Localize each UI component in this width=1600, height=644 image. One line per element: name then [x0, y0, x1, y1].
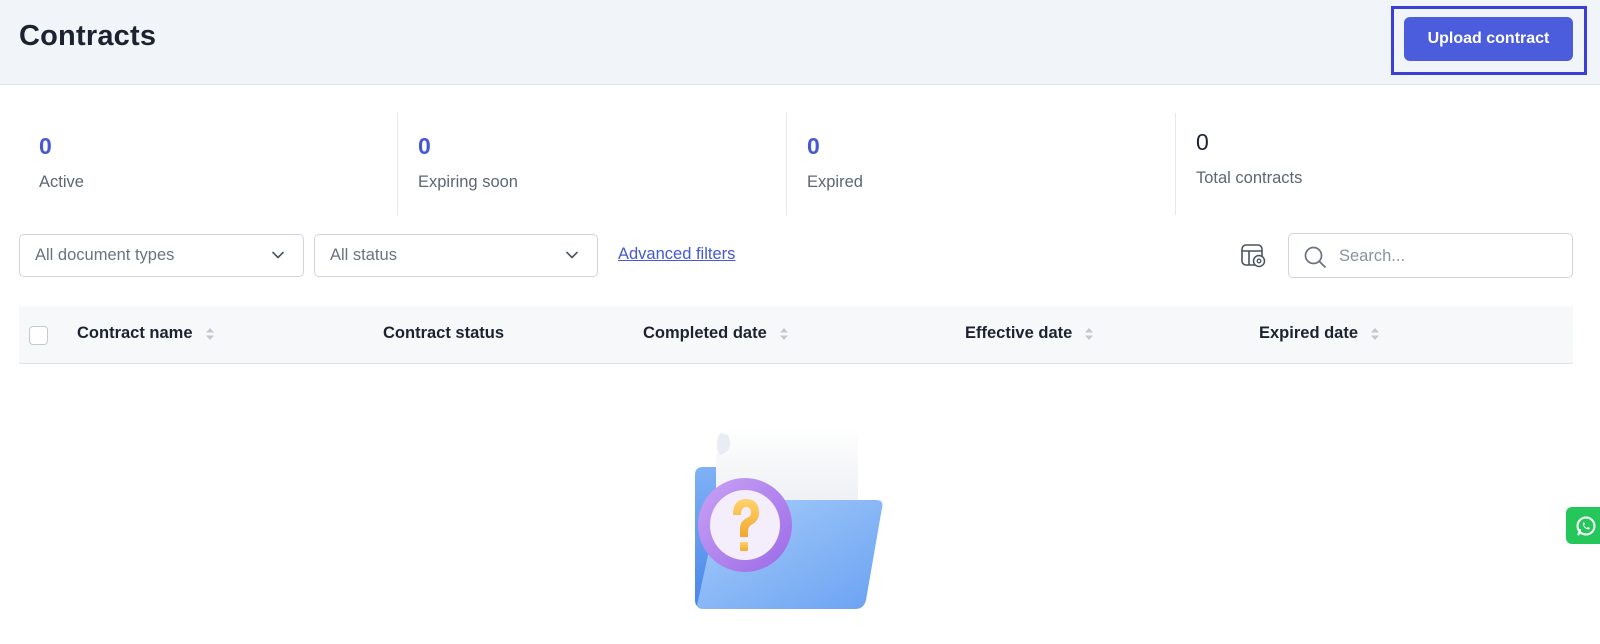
column-contract-name-label: Contract name	[77, 324, 193, 342]
table-header: Contract name Contract status Completed …	[19, 306, 1573, 364]
column-completed-date-label: Completed date	[643, 324, 767, 342]
sort-icon	[779, 327, 788, 340]
chevron-down-icon	[566, 251, 578, 259]
status-select-value: All status	[330, 246, 397, 264]
column-contract-status: Contract status	[383, 324, 504, 343]
sort-icon	[1085, 327, 1094, 340]
stats-summary: 0 Active 0 Expiring soon 0 Expired 0 Tot…	[0, 113, 1600, 215]
stat-active: 0 Active	[19, 113, 407, 215]
sort-icon	[1371, 327, 1380, 340]
search-input[interactable]	[1339, 242, 1564, 270]
search-box[interactable]	[1288, 233, 1573, 278]
stat-total-value: 0	[1196, 129, 1209, 155]
document-type-select[interactable]: All document types	[19, 234, 304, 277]
search-icon	[1304, 246, 1326, 268]
chevron-down-icon	[272, 251, 284, 259]
column-contract-name[interactable]: Contract name	[77, 324, 215, 343]
stat-active-label: Active	[39, 173, 84, 191]
stat-total-label: Total contracts	[1196, 169, 1303, 187]
stat-expired-label: Expired	[807, 173, 863, 191]
page-header: Contracts Upload contract	[0, 0, 1600, 85]
stat-expired: 0 Expired	[786, 113, 1174, 215]
select-all-checkbox[interactable]	[29, 326, 48, 345]
whatsapp-icon	[1576, 516, 1596, 536]
upload-contract-button[interactable]: Upload contract	[1404, 17, 1573, 61]
status-select[interactable]: All status	[314, 234, 598, 277]
column-expired-date[interactable]: Expired date	[1259, 324, 1380, 343]
empty-folder-question-icon	[695, 425, 883, 609]
page-title: Contracts	[19, 20, 157, 52]
document-type-select-value: All document types	[35, 246, 175, 264]
column-expired-date-label: Expired date	[1259, 324, 1359, 342]
column-effective-date-label: Effective date	[965, 324, 1073, 342]
column-effective-date[interactable]: Effective date	[965, 324, 1094, 343]
stat-active-value: 0	[39, 133, 52, 159]
table-settings-icon[interactable]	[1238, 240, 1268, 270]
stat-expiring-soon-value: 0	[418, 133, 431, 159]
sort-icon	[205, 327, 214, 340]
whatsapp-chat-button[interactable]	[1566, 507, 1600, 544]
stat-expired-value: 0	[807, 133, 820, 159]
stat-expiring-soon-label: Expiring soon	[418, 173, 518, 191]
column-completed-date[interactable]: Completed date	[643, 324, 789, 343]
column-contract-status-label: Contract status	[383, 324, 505, 342]
stat-total: 0 Total contracts	[1175, 113, 1563, 215]
stat-expiring-soon: 0 Expiring soon	[397, 113, 785, 215]
advanced-filters-link[interactable]: Advanced filters	[618, 245, 735, 264]
